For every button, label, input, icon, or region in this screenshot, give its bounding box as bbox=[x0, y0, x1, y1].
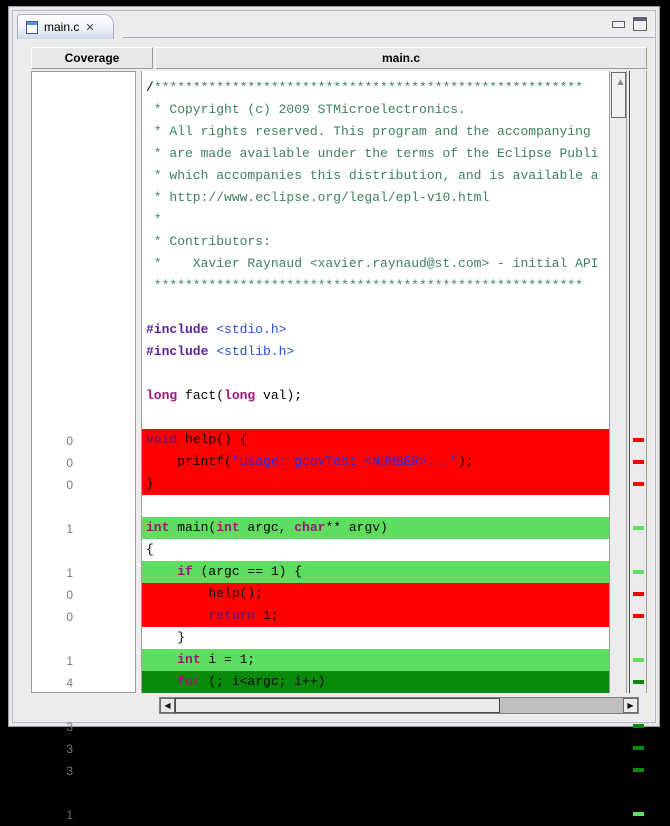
overview-ruler-mark[interactable] bbox=[633, 812, 644, 816]
editor-window: main.c ✕ Coverage main.c 0 0 0 1 1 0 0 1 4 3 3 3 1 /… bbox=[8, 6, 660, 822]
column-header-bar: Coverage main.c bbox=[31, 47, 647, 69]
tab-label: main.c bbox=[44, 20, 80, 34]
tab-bar: main.c ✕ bbox=[13, 11, 655, 39]
coverage-count: 4 bbox=[66, 676, 73, 690]
code-line[interactable]: * http://www.eclipse.org/legal/epl-v10.h… bbox=[142, 187, 609, 209]
overview-ruler-mark[interactable] bbox=[633, 570, 644, 574]
code-line[interactable]: * which accompanies this distribution, a… bbox=[142, 165, 609, 187]
coverage-count: 3 bbox=[66, 764, 73, 778]
code-line[interactable]: #include <stdio.h> bbox=[142, 319, 609, 341]
scroll-right-icon[interactable]: ▶ bbox=[623, 698, 638, 713]
tab-main-c[interactable]: main.c ✕ bbox=[17, 14, 114, 39]
horizontal-scrollbar-thumb[interactable] bbox=[175, 698, 501, 713]
file-icon bbox=[26, 20, 38, 34]
column-header-file[interactable]: main.c bbox=[155, 47, 647, 69]
coverage-count: 3 bbox=[66, 720, 73, 734]
scroll-up-icon[interactable]: ▲ bbox=[614, 75, 627, 88]
horizontal-scrollbar[interactable]: ◀ ▶ bbox=[159, 697, 639, 714]
content-area: 0 0 0 1 1 0 0 1 4 3 3 3 1 /*************************… bbox=[31, 71, 647, 822]
overview-ruler-mark[interactable] bbox=[633, 592, 644, 596]
overview-ruler-mark[interactable] bbox=[633, 768, 644, 772]
code-line[interactable]: } bbox=[142, 473, 609, 495]
coverage-count: 0 bbox=[66, 610, 73, 624]
minimize-icon[interactable] bbox=[612, 20, 625, 28]
code-line[interactable]: if (argc == 1) { bbox=[142, 561, 609, 583]
code-line[interactable] bbox=[142, 407, 609, 429]
code-line[interactable]: long fact(long val); bbox=[142, 385, 609, 407]
vertical-scrollbar-thumb[interactable]: ▲ bbox=[611, 72, 626, 118]
overview-ruler-mark[interactable] bbox=[633, 746, 644, 750]
code-line[interactable]: int main(int argc, char** argv) bbox=[142, 517, 609, 539]
overview-ruler-mark[interactable] bbox=[633, 438, 644, 442]
source-code-editor[interactable]: /***************************************… bbox=[141, 71, 609, 693]
coverage-count: 1 bbox=[66, 566, 73, 580]
window-controls bbox=[612, 17, 647, 31]
code-line[interactable]: * Copyright (c) 2009 STMicroelectronics. bbox=[142, 99, 609, 121]
overview-ruler[interactable] bbox=[629, 71, 647, 816]
code-line[interactable]: #include <stdlib.h> bbox=[142, 341, 609, 363]
overview-ruler-mark[interactable] bbox=[633, 658, 644, 662]
code-line[interactable] bbox=[142, 363, 609, 385]
code-line[interactable]: return 1; bbox=[142, 605, 609, 627]
overview-ruler-mark[interactable] bbox=[633, 526, 644, 530]
code-line[interactable]: * Xavier Raynaud <xavier.raynaud@st.com>… bbox=[142, 253, 609, 275]
scroll-left-icon[interactable]: ◀ bbox=[160, 698, 175, 713]
coverage-count: 1 bbox=[66, 654, 73, 668]
coverage-count: 1 bbox=[66, 808, 73, 822]
code-line[interactable]: printf("usage: gcovTest <NUMBER>..."); bbox=[142, 451, 609, 473]
code-line[interactable]: * are made available under the terms of … bbox=[142, 143, 609, 165]
code-line[interactable]: * bbox=[142, 209, 609, 231]
coverage-count: 0 bbox=[66, 456, 73, 470]
close-icon[interactable]: ✕ bbox=[85, 22, 94, 33]
code-line[interactable]: void help() { bbox=[142, 429, 609, 451]
code-line[interactable]: help(); bbox=[142, 583, 609, 605]
coverage-gutter: 0 0 0 1 1 0 0 1 4 3 3 3 1 bbox=[31, 71, 136, 822]
overview-ruler-mark[interactable] bbox=[633, 614, 644, 618]
code-line[interactable]: /***************************************… bbox=[142, 77, 609, 99]
maximize-icon[interactable] bbox=[633, 17, 647, 31]
overview-ruler-mark[interactable] bbox=[633, 460, 644, 464]
vertical-scrollbar[interactable]: ▲ bbox=[609, 71, 627, 693]
coverage-count: 1 bbox=[66, 522, 73, 536]
code-line[interactable]: * All rights reserved. This program and … bbox=[142, 121, 609, 143]
window-inner-frame: main.c ✕ Coverage main.c 0 0 0 1 1 0 0 1 4 3 3 3 1 /… bbox=[12, 10, 656, 822]
overview-ruler-mark[interactable] bbox=[633, 724, 644, 728]
coverage-count: 0 bbox=[66, 434, 73, 448]
editor-wrapper: /***************************************… bbox=[141, 71, 647, 816]
code-line[interactable]: { bbox=[142, 539, 609, 561]
coverage-count: 0 bbox=[66, 478, 73, 492]
code-line[interactable]: int i = 1; bbox=[142, 649, 609, 671]
code-line[interactable]: ****************************************… bbox=[142, 275, 609, 297]
tab-bar-divider bbox=[123, 37, 655, 40]
code-line[interactable] bbox=[142, 495, 609, 517]
code-line[interactable]: for (; i<argc; i++) bbox=[142, 671, 609, 693]
column-header-coverage[interactable]: Coverage bbox=[31, 47, 153, 69]
code-line[interactable]: } bbox=[142, 627, 609, 649]
coverage-count: 0 bbox=[66, 588, 73, 602]
horizontal-scrollbar-track[interactable] bbox=[500, 698, 623, 713]
code-line[interactable]: * Contributors: bbox=[142, 231, 609, 253]
overview-ruler-mark[interactable] bbox=[633, 482, 644, 486]
code-line[interactable] bbox=[142, 297, 609, 319]
coverage-count: 3 bbox=[66, 742, 73, 756]
overview-ruler-mark[interactable] bbox=[633, 680, 644, 684]
